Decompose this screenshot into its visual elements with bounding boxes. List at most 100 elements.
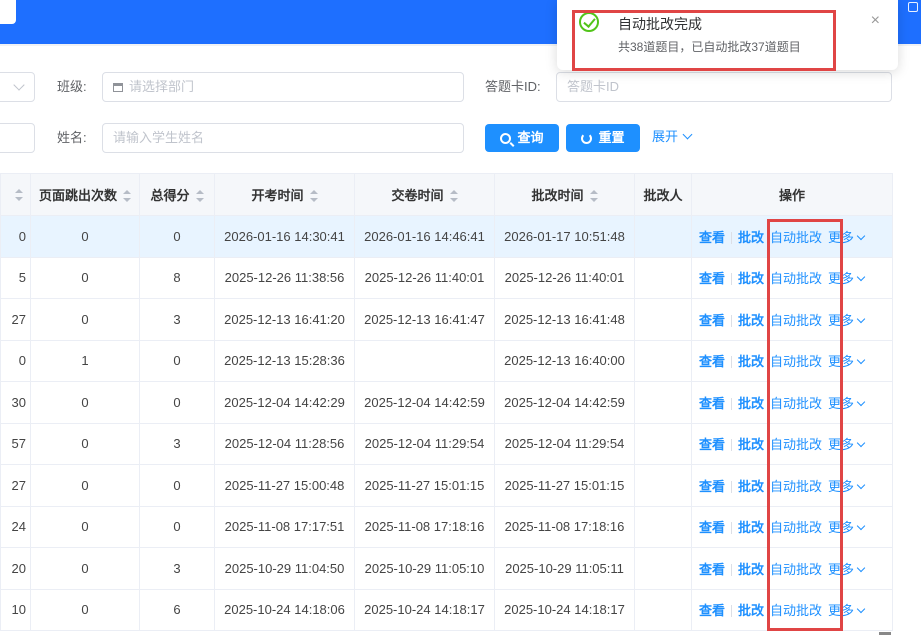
- view-link[interactable]: 查看: [699, 396, 725, 411]
- table-cell-submit: 2025-10-29 11:05:10: [354, 547, 495, 590]
- column-header[interactable]: [0, 173, 31, 216]
- sort-icon[interactable]: [309, 190, 318, 202]
- divider: [731, 439, 733, 452]
- window-icon[interactable]: [908, 2, 918, 12]
- table-row: 57 0 3 2025-12-04 11:28:56 2025-12-04 11:29:…: [0, 422, 893, 465]
- grade-link[interactable]: 批改: [738, 562, 764, 577]
- more-dropdown[interactable]: 更多: [828, 479, 866, 494]
- chevron-down-icon: [856, 314, 866, 323]
- view-link[interactable]: 查看: [699, 271, 725, 286]
- sort-icon[interactable]: [14, 189, 23, 201]
- column-header[interactable]: 总得分: [139, 173, 215, 216]
- column-header[interactable]: 页面跳出次数: [30, 173, 140, 216]
- table-cell-actions: 查看 批改 自动批改 更多: [691, 505, 893, 548]
- auto-grade-link[interactable]: 自动批改: [770, 271, 822, 286]
- view-link[interactable]: 查看: [699, 230, 725, 245]
- table-cell-graded: 2025-12-04 14:42:59: [494, 381, 635, 424]
- table-cell-graded: 2025-11-27 15:01:15: [494, 464, 635, 507]
- toast-title: 自动批改完成: [618, 16, 702, 32]
- view-link[interactable]: 查看: [699, 562, 725, 577]
- grade-link[interactable]: 批改: [738, 354, 764, 369]
- chevron-down-icon: [13, 79, 25, 91]
- select-partial[interactable]: [0, 72, 35, 102]
- table-cell-score: 6: [139, 588, 215, 631]
- view-link[interactable]: 查看: [699, 313, 725, 328]
- table-cell-actions: 查看 批改 自动批改 更多: [691, 215, 893, 258]
- auto-grade-link[interactable]: 自动批改: [770, 603, 822, 618]
- more-dropdown[interactable]: 更多: [828, 562, 866, 577]
- column-header: 操作: [691, 173, 893, 216]
- grade-link[interactable]: 批改: [738, 230, 764, 245]
- auto-grade-link[interactable]: 自动批改: [770, 520, 822, 535]
- view-link[interactable]: 查看: [699, 437, 725, 452]
- table-cell-score: 0: [139, 381, 215, 424]
- grade-link[interactable]: 批改: [738, 603, 764, 618]
- class-label: 班级:: [57, 79, 87, 94]
- table-row: 0 0 0 2026-01-16 14:30:41 2026-01-16 14:46:4…: [0, 215, 893, 258]
- table-row: 10 0 6 2025-10-24 14:18:06 2025-10-24 14:18:…: [0, 588, 893, 631]
- column-header[interactable]: 批改时间: [494, 173, 635, 216]
- more-dropdown[interactable]: 更多: [828, 437, 866, 453]
- table-cell-submit: [354, 339, 495, 382]
- auto-grade-link[interactable]: 自动批改: [770, 396, 822, 411]
- more-dropdown[interactable]: 更多: [828, 229, 866, 245]
- sort-icon[interactable]: [449, 190, 458, 202]
- toast-message: 共38道题目，已自动批改37道题目: [618, 40, 801, 54]
- chevron-down-icon: [856, 563, 866, 572]
- grade-link[interactable]: 批改: [738, 313, 764, 328]
- close-icon[interactable]: ×: [871, 12, 880, 30]
- grade-link[interactable]: 批改: [738, 271, 764, 286]
- table-cell-graded: 2025-12-13 16:41:48: [494, 298, 635, 341]
- more-dropdown[interactable]: 更多: [828, 603, 866, 618]
- table-cell-grader: [634, 505, 692, 548]
- column-header[interactable]: 开考时间: [214, 173, 355, 216]
- chevron-down-icon: [856, 480, 866, 489]
- grade-link[interactable]: 批改: [738, 520, 764, 535]
- table-cell-actions: 查看 批改 自动批改 更多: [691, 588, 893, 631]
- view-link[interactable]: 查看: [699, 354, 725, 369]
- more-dropdown[interactable]: 更多: [828, 354, 866, 369]
- auto-grade-link[interactable]: 自动批改: [770, 313, 822, 328]
- auto-grade-link[interactable]: 自动批改: [770, 562, 822, 577]
- sort-icon[interactable]: [195, 190, 204, 202]
- grade-link[interactable]: 批改: [738, 479, 764, 494]
- table-cell-grader: [634, 547, 692, 590]
- chevron-down-icon: [856, 605, 866, 614]
- auto-grade-link[interactable]: 自动批改: [770, 437, 822, 452]
- sort-icon[interactable]: [123, 190, 131, 202]
- sort-icon[interactable]: [589, 190, 598, 202]
- table-cell-graded: 2026-01-17 10:51:48: [494, 215, 635, 258]
- view-link[interactable]: 查看: [699, 520, 725, 535]
- table-cell-start: 2025-12-26 11:38:56: [214, 256, 355, 299]
- view-link[interactable]: 查看: [699, 479, 725, 494]
- student-name-input[interactable]: 请输入学生姓名: [102, 123, 464, 153]
- card-id-input[interactable]: 答题卡ID: [556, 72, 892, 102]
- search-button[interactable]: 查询: [485, 124, 559, 152]
- grade-link[interactable]: 批改: [738, 437, 764, 452]
- more-label: 更多: [828, 229, 855, 245]
- search-icon: [500, 133, 512, 144]
- view-link[interactable]: 查看: [699, 603, 725, 618]
- more-dropdown[interactable]: 更多: [828, 313, 866, 328]
- more-label: 更多: [828, 437, 855, 453]
- auto-grade-link[interactable]: 自动批改: [770, 230, 822, 245]
- auto-grade-link[interactable]: 自动批改: [770, 354, 822, 369]
- divider: [731, 480, 733, 493]
- expand-link[interactable]: 展开: [652, 123, 693, 151]
- column-header[interactable]: 交卷时间: [354, 173, 495, 216]
- more-dropdown[interactable]: 更多: [828, 520, 866, 535]
- input-partial[interactable]: [0, 123, 35, 153]
- reset-button[interactable]: 重置: [566, 124, 640, 152]
- class-select[interactable]: 请选择部门: [102, 72, 464, 102]
- more-dropdown[interactable]: 更多: [828, 271, 866, 286]
- chevron-down-icon: [856, 397, 866, 406]
- auto-grade-link[interactable]: 自动批改: [770, 479, 822, 494]
- table-cell-grader: [634, 298, 692, 341]
- table-cell-grader: [634, 422, 692, 465]
- chevron-down-icon: [856, 522, 866, 531]
- more-dropdown[interactable]: 更多: [828, 396, 866, 411]
- table-cell-submit: 2025-12-04 14:42:59: [354, 381, 495, 424]
- table-cell-c0: 24: [0, 505, 31, 548]
- table-cell-c0: 0: [0, 215, 31, 258]
- grade-link[interactable]: 批改: [738, 396, 764, 411]
